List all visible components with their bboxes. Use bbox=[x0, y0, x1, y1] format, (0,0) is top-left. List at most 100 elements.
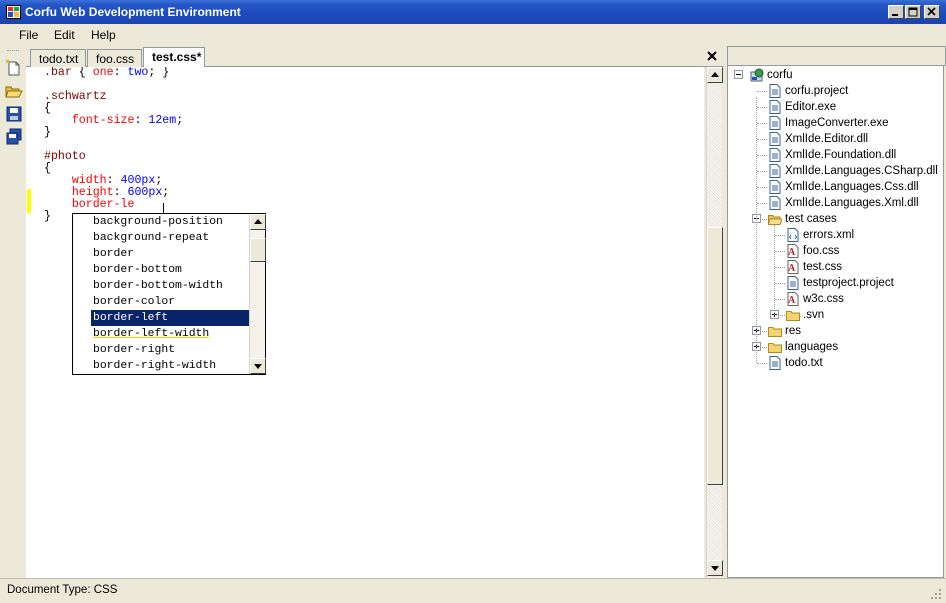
menu-help[interactable]: Help bbox=[91, 28, 116, 42]
code-text: .bar { one: two; } .schwartz { font-size:… bbox=[44, 67, 183, 223]
open-file-button[interactable] bbox=[5, 82, 23, 100]
tree-connector bbox=[757, 139, 767, 140]
autocomplete-popup[interactable]: background-position background-repeat bord… bbox=[72, 213, 266, 375]
css-file-icon: A bbox=[786, 260, 800, 274]
autocomplete-item[interactable]: border bbox=[91, 246, 249, 262]
autocomplete-item[interactable]: background-repeat bbox=[91, 230, 249, 246]
autocomplete-item[interactable]: border-left-width bbox=[91, 326, 249, 342]
code-token: { bbox=[71, 67, 93, 79]
menu-file[interactable]: File bbox=[19, 28, 38, 42]
autocomplete-scrollbar[interactable] bbox=[249, 214, 266, 374]
scroll-up-button[interactable] bbox=[707, 67, 723, 83]
tree-node-label: corfu bbox=[767, 69, 793, 81]
editor-scroll-thumb[interactable] bbox=[707, 227, 723, 485]
css-file-icon: A bbox=[786, 292, 800, 306]
tree-connector bbox=[757, 155, 767, 156]
file-icon bbox=[768, 132, 782, 146]
tree-node-label: todo.txt bbox=[785, 357, 823, 369]
new-file-button[interactable] bbox=[5, 59, 23, 77]
project-icon bbox=[750, 68, 764, 82]
autocomplete-item[interactable]: border-bottom-width bbox=[91, 278, 249, 294]
tree-node-label: test cases bbox=[785, 213, 837, 225]
toolbar-grip[interactable] bbox=[7, 50, 19, 53]
collapse-icon[interactable] bbox=[734, 70, 743, 79]
menu-bar: File Edit Help bbox=[0, 24, 946, 46]
file-icon bbox=[768, 180, 782, 194]
tree-node-label: XmlIde.Languages.Xml.dll bbox=[785, 197, 919, 209]
menu-edit[interactable]: Edit bbox=[54, 28, 75, 42]
tree-node-label: test.css bbox=[803, 261, 842, 273]
minimize-button[interactable] bbox=[888, 5, 904, 19]
tab-todo-txt[interactable]: todo.txt bbox=[30, 49, 86, 67]
minimize-icon bbox=[892, 14, 898, 16]
autocomplete-item[interactable]: border-left bbox=[91, 310, 249, 326]
maximize-button[interactable] bbox=[905, 5, 921, 19]
autocomplete-item[interactable]: border-right bbox=[91, 342, 249, 358]
tree-connector bbox=[775, 251, 785, 252]
close-window-button[interactable] bbox=[924, 5, 940, 19]
resize-grip-icon[interactable] bbox=[930, 588, 942, 600]
window-title: Corfu Web Development Environment bbox=[25, 5, 241, 19]
title-bar[interactable]: Corfu Web Development Environment bbox=[0, 0, 946, 24]
app-icon bbox=[6, 5, 21, 19]
code-token: .schwartz bbox=[44, 90, 107, 103]
open-folder-icon bbox=[5, 86, 23, 98]
scroll-down-button[interactable] bbox=[707, 560, 723, 576]
tab-test-css[interactable]: test.css* bbox=[143, 47, 205, 68]
arrow-up-icon bbox=[711, 72, 719, 77]
project-pane-header bbox=[727, 46, 946, 66]
project-pane: corfu corfu.project Editor.exe ImageConvert… bbox=[727, 46, 946, 578]
folder-open-icon bbox=[767, 212, 783, 226]
code-token: ; bbox=[162, 186, 170, 199]
project-tree[interactable]: corfu corfu.project Editor.exe ImageConvert… bbox=[727, 66, 944, 578]
file-icon bbox=[786, 276, 800, 290]
code-token: } bbox=[44, 210, 51, 223]
tree-connector bbox=[775, 235, 785, 236]
save-button[interactable] bbox=[5, 105, 23, 123]
code-token: one bbox=[92, 67, 114, 79]
file-icon bbox=[768, 100, 782, 114]
autocomplete-item[interactable]: border-bottom bbox=[91, 262, 249, 278]
svg-text:A: A bbox=[788, 247, 796, 258]
tree-connector bbox=[775, 283, 785, 284]
tree-connector bbox=[757, 91, 767, 92]
tree-node-label: res bbox=[785, 325, 801, 337]
tree-node-label: foo.css bbox=[803, 245, 840, 257]
status-bar: Document Type: CSS bbox=[0, 578, 946, 603]
tree-connector bbox=[757, 107, 767, 108]
tree-guide-line bbox=[774, 225, 775, 315]
autocomplete-item[interactable]: border-right-width bbox=[91, 358, 249, 374]
folder-icon bbox=[786, 308, 800, 322]
folder-icon bbox=[768, 324, 782, 338]
tree-connector bbox=[757, 187, 767, 188]
close-tab-button[interactable] bbox=[706, 50, 718, 62]
tree-node-label: errors.xml bbox=[803, 229, 855, 241]
editor-vertical-scrollbar[interactable] bbox=[706, 67, 723, 578]
tab-foo-css[interactable]: foo.css bbox=[87, 49, 142, 67]
xml-file-icon bbox=[786, 228, 800, 242]
code-token: ; } bbox=[148, 67, 170, 79]
file-icon bbox=[768, 116, 782, 130]
autocomplete-item[interactable]: background-position bbox=[91, 214, 249, 230]
tree-connector bbox=[775, 267, 785, 268]
autocomplete-scroll-thumb[interactable] bbox=[250, 238, 266, 262]
code-token: border-le bbox=[44, 198, 135, 211]
tree-connector bbox=[775, 299, 785, 300]
tab-strip: todo.txt foo.css test.css* bbox=[26, 46, 724, 68]
file-icon bbox=[768, 148, 782, 162]
code-token: two bbox=[127, 67, 149, 79]
autocomplete-scroll-down[interactable] bbox=[250, 358, 266, 374]
code-token: font-size bbox=[44, 114, 135, 127]
save-all-button[interactable] bbox=[5, 128, 23, 146]
toolbar bbox=[0, 46, 26, 578]
autocomplete-scroll-up[interactable] bbox=[250, 214, 266, 230]
folder-icon bbox=[768, 340, 782, 354]
tree-node-label: .svn bbox=[803, 309, 825, 321]
code-token: : bbox=[113, 67, 128, 79]
file-icon bbox=[768, 356, 782, 370]
autocomplete-item[interactable]: border-color bbox=[91, 294, 249, 310]
tree-node-label: XmlIde.Foundation.dll bbox=[785, 149, 897, 161]
code-line: .schwartz bbox=[44, 91, 183, 103]
file-icon bbox=[768, 164, 782, 178]
arrow-up-icon bbox=[254, 219, 262, 224]
